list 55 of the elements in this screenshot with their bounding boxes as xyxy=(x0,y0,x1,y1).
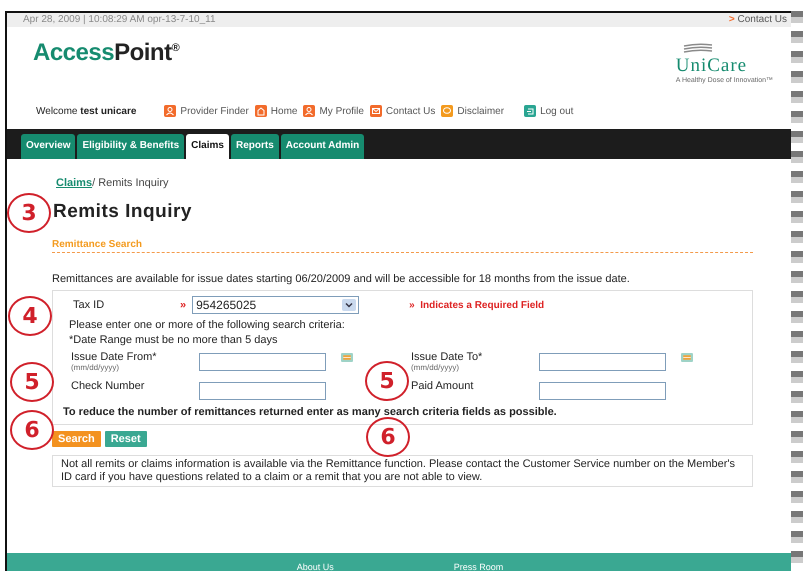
date-rule-text: *Date Range must be no more than 5 days xyxy=(69,334,279,346)
field-label: Paid Amount xyxy=(411,380,474,392)
timestamp: Apr 28, 2009 | 10:08:29 AM opr-13-7-10_11 xyxy=(23,14,216,26)
date-format-hint: (mm/dd/yyyy) xyxy=(71,363,120,372)
nav-tab[interactable]: Account Admin xyxy=(280,134,364,159)
availability-note: Remittances are available for issue dates starting 06/20/2009 and will be accessible for 18 months from the issue date. xyxy=(52,273,631,285)
input-field[interactable] xyxy=(539,353,666,371)
chevron-down-icon xyxy=(342,299,356,311)
field-label: Tax ID xyxy=(72,299,106,311)
section-title: Remittance Search xyxy=(52,239,142,250)
person-icon xyxy=(303,105,316,117)
required-legend: » Indicates a Required Field xyxy=(409,300,544,310)
nav-tab[interactable]: Overview xyxy=(21,134,76,159)
header-link[interactable]: Disclaimer xyxy=(457,106,504,116)
person-icon xyxy=(164,105,176,117)
accesspoint-logo: AccessPoint$^{®}$ xyxy=(33,39,180,67)
input-field[interactable] xyxy=(199,382,326,400)
tax-id-dropdown[interactable]: 954265025 xyxy=(192,296,360,314)
nav-tab[interactable]: Reports xyxy=(230,134,279,159)
calendar-icon[interactable] xyxy=(340,353,354,362)
speech-bubble-icon xyxy=(441,105,454,117)
annotation-circle: 5 xyxy=(10,362,54,402)
disclaimer-text: Not all remits or claims information is available via the Remittance function. Please contact the Customer Service number on the Member's ID card if you have questions related to a claim or a remit that you are not able to view. xyxy=(52,455,753,487)
instructions-text: Please enter one or more of the following search criteria: xyxy=(69,319,346,331)
header-link[interactable]: Home xyxy=(270,106,298,116)
calendar-icon[interactable] xyxy=(680,353,694,362)
page-title: Remits Inquiry xyxy=(53,201,193,223)
field-label: Issue Date From* xyxy=(71,351,158,363)
header-link[interactable]: Log out xyxy=(540,106,574,116)
annotation-circle: 6 xyxy=(366,417,410,457)
stripes-icon xyxy=(682,43,714,55)
header-link[interactable]: My Profile xyxy=(319,106,364,116)
annotation-circle: 6 xyxy=(10,410,54,450)
annotation-circle: 4 xyxy=(8,296,52,336)
input-field[interactable] xyxy=(539,382,666,400)
breadcrumb-current: / Remits Inquiry xyxy=(92,177,168,189)
home-icon xyxy=(254,105,267,117)
contact-us-link[interactable]: > Contact Us xyxy=(728,14,787,26)
date-format-hint: (mm/dd/yyyy) xyxy=(411,363,460,372)
nav-tab[interactable]: Eligibility & Benefits xyxy=(77,134,184,159)
mail-icon xyxy=(370,105,382,117)
annotation-circle: 3 xyxy=(7,193,51,233)
logout-icon xyxy=(524,105,536,117)
breadcrumb-link[interactable]: Claims xyxy=(56,177,92,189)
field-label: Issue Date To* xyxy=(411,351,484,363)
welcome-text: Welcome test unicare xyxy=(36,106,136,116)
unicare-logo: UniCare xyxy=(676,55,748,76)
nav-tab[interactable]: Claims xyxy=(186,134,229,159)
field-label: Check Number xyxy=(71,380,146,392)
annotation-circle: 5 xyxy=(365,361,409,401)
header-link[interactable]: Provider Finder xyxy=(180,106,249,116)
input-field[interactable] xyxy=(199,353,326,371)
header-link[interactable]: Contact Us xyxy=(386,106,436,116)
required-mark: » xyxy=(180,299,186,311)
search-tip: To reduce the number of remittances returned enter as many search criteria fields as possible. xyxy=(63,406,558,418)
